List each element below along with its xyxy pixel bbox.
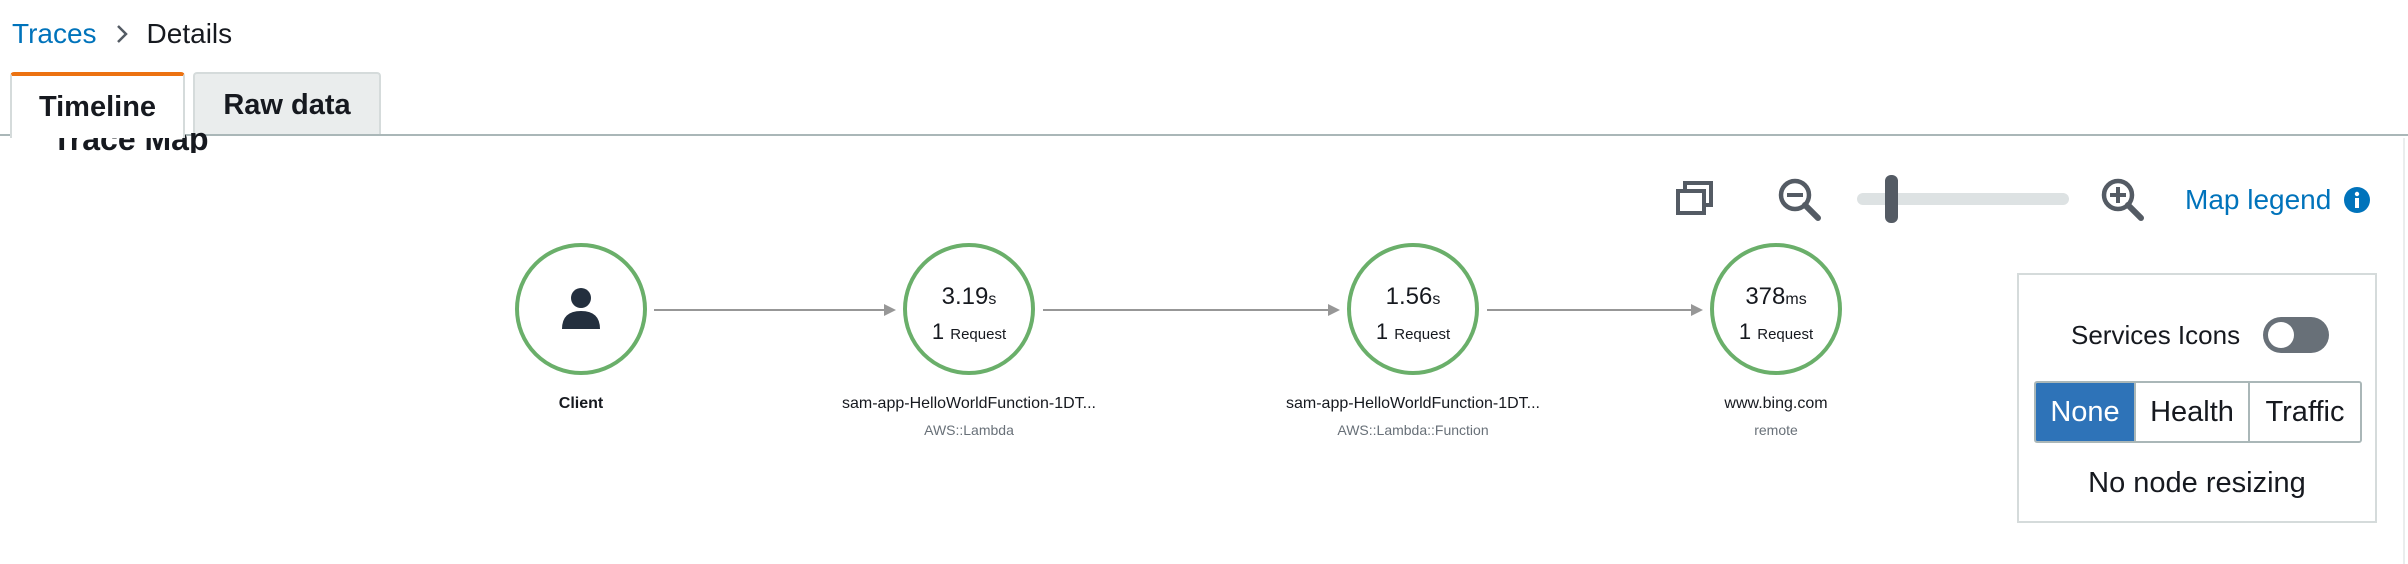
map-legend-link[interactable]: Map legend: [2185, 182, 2371, 218]
tab-divider: [0, 134, 2408, 136]
arrow-head-icon: [1691, 304, 1703, 316]
breadcrumb: Traces Details: [12, 14, 232, 54]
node-name: www.bing.com: [1724, 395, 1828, 412]
edge-lambda-to-function: [1043, 309, 1330, 311]
node-time-unit: ms: [1785, 291, 1807, 308]
node-type: AWS::Lambda::Function: [1337, 422, 1489, 438]
node-request-value: 1: [1375, 319, 1389, 344]
node-response-time: 378ms: [1714, 283, 1838, 311]
panel-edge: [2403, 138, 2405, 564]
node-response-time: 3.19s: [907, 283, 1031, 311]
node-request-count: 1 Request: [907, 319, 1031, 345]
arrow-head-icon: [884, 304, 896, 316]
node-type: remote: [1754, 422, 1798, 438]
node-time-unit: s: [1432, 291, 1441, 308]
zoom-out-icon[interactable]: [1777, 177, 1823, 228]
zoom-slider-thumb[interactable]: [1885, 175, 1898, 223]
chevron-right-icon: [115, 23, 129, 45]
segment-none[interactable]: None: [2036, 383, 2136, 441]
services-icons-toggle[interactable]: [2263, 317, 2329, 353]
trace-node-lambda-function[interactable]: 1.56s 1 Request: [1347, 243, 1479, 375]
arrow-head-icon: [1328, 304, 1340, 316]
node-response-time: 1.56s: [1351, 283, 1475, 311]
node-name: sam-app-HelloWorldFunction-1DT...: [841, 395, 1096, 412]
node-name: Client: [558, 395, 604, 412]
node-request-label: Request: [950, 326, 1007, 343]
user-icon: [561, 287, 601, 336]
breadcrumb-current: Details: [146, 18, 233, 49]
zoom-in-icon[interactable]: [2100, 177, 2146, 228]
info-icon[interactable]: [2343, 186, 2371, 214]
segment-traffic[interactable]: Traffic: [2250, 383, 2360, 441]
node-type: AWS::Lambda: [924, 422, 1014, 438]
node-request-label: Request: [1757, 326, 1814, 343]
node-name: sam-app-HelloWorldFunction-1DT...: [1285, 395, 1540, 412]
node-time-value: 378: [1745, 283, 1786, 310]
trace-node-client[interactable]: [515, 243, 647, 375]
node-time-unit: s: [988, 291, 997, 308]
node-request-count: 1 Request: [1351, 319, 1475, 345]
trace-node-lambda[interactable]: 3.19s 1 Request: [903, 243, 1035, 375]
node-time-value: 3.19: [941, 283, 989, 310]
breadcrumb-traces-link[interactable]: Traces: [12, 18, 97, 50]
services-icons-label: Services Icons: [2071, 320, 2241, 350]
node-request-value: 1: [1738, 319, 1752, 344]
node-request-label: Request: [1394, 326, 1451, 343]
resize-note: No node resizing: [2088, 467, 2306, 499]
map-settings-panel: Services Icons None Health Traffic No no…: [2017, 273, 2377, 523]
edge-client-to-lambda: [654, 309, 886, 311]
toggle-knob: [2268, 322, 2294, 348]
map-legend-label[interactable]: Map legend: [2185, 184, 2331, 216]
node-time-value: 1.56: [1385, 283, 1433, 310]
node-color-segmented-control: None Health Traffic: [2034, 381, 2362, 443]
fit-view-icon[interactable]: [1675, 180, 1715, 221]
node-request-count: 1 Request: [1714, 319, 1838, 345]
trace-node-remote[interactable]: 378ms 1 Request: [1710, 243, 1842, 375]
node-request-value: 1: [931, 319, 945, 344]
segment-health[interactable]: Health: [2136, 383, 2250, 441]
edge-function-to-remote: [1487, 309, 1693, 311]
tab-timeline[interactable]: Timeline: [10, 72, 185, 138]
